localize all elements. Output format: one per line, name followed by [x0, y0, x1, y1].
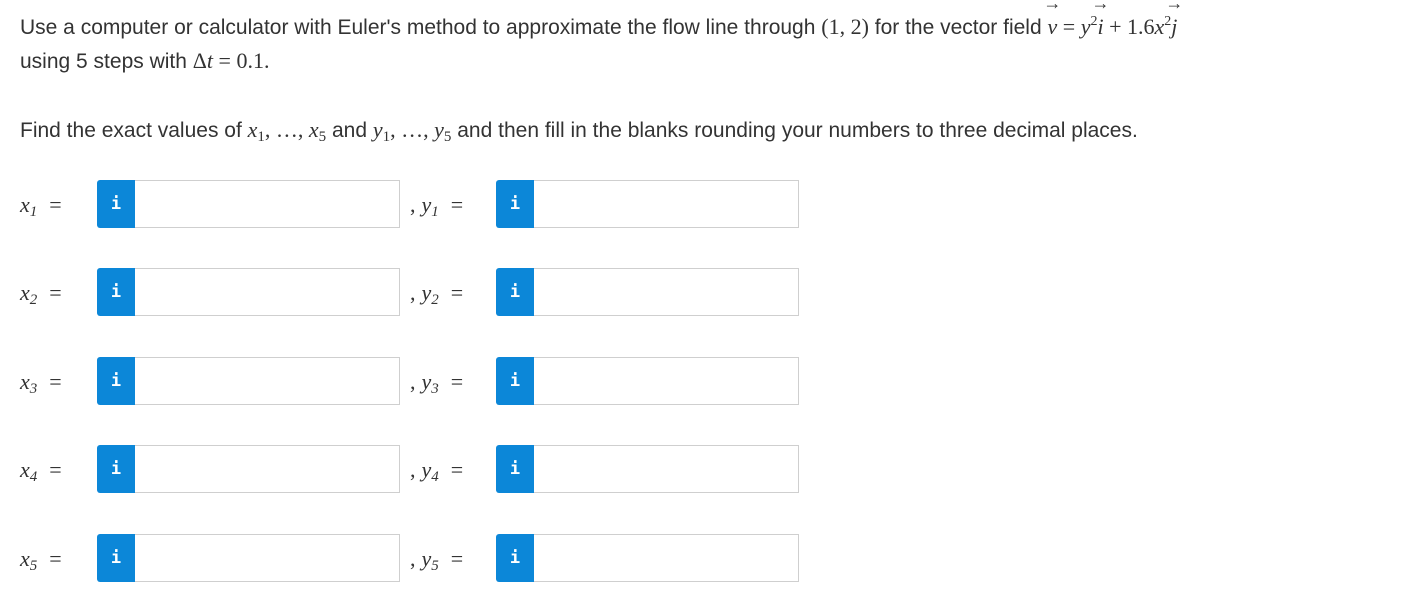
answer-row-1: x1 = i , y1 = i	[0, 180, 820, 230]
answer-row-5: x5 = i , y5 = i	[0, 534, 820, 584]
y3-label: , y3 =	[410, 369, 464, 397]
info-icon[interactable]: i	[97, 445, 135, 493]
problem-text-2: for the vector field	[868, 16, 1048, 39]
problem-text: Use a computer or calculator with Euler'…	[20, 16, 822, 39]
x4-label: x4 =	[20, 457, 62, 485]
start-point: (1, 2)	[821, 14, 869, 39]
instruction-text: Find the exact values of x1, …, x5 and y…	[20, 117, 1138, 145]
answer-row-3: x3 = i , y3 = i	[0, 357, 820, 407]
x1-label: x1 =	[20, 192, 62, 220]
y1-label: , y1 =	[410, 192, 464, 220]
info-icon[interactable]: i	[97, 268, 135, 316]
info-icon[interactable]: i	[496, 534, 534, 582]
x2-input[interactable]	[135, 268, 400, 316]
info-icon[interactable]: i	[97, 357, 135, 405]
answer-row-2: x2 = i , y2 = i	[0, 268, 820, 318]
answer-row-4: x4 = i , y4 = i	[0, 445, 820, 495]
x5-label: x5 =	[20, 546, 62, 574]
y-sequence: y1, …, y5	[372, 117, 452, 145]
x4-input[interactable]	[135, 445, 400, 493]
x3-input[interactable]	[135, 357, 400, 405]
problem-statement: Use a computer or calculator with Euler'…	[20, 10, 1420, 78]
y4-label: , y4 =	[410, 457, 464, 485]
info-icon[interactable]: i	[97, 180, 135, 228]
y5-input[interactable]	[534, 534, 799, 582]
y3-input[interactable]	[534, 357, 799, 405]
info-icon[interactable]: i	[496, 357, 534, 405]
vector-field-formula: v = y2i + 1.6x2j	[1048, 14, 1178, 39]
y1-input[interactable]	[534, 180, 799, 228]
y2-label: , y2 =	[410, 280, 464, 308]
x2-label: x2 =	[20, 280, 62, 308]
x5-input[interactable]	[135, 534, 400, 582]
info-icon[interactable]: i	[97, 534, 135, 582]
y4-input[interactable]	[534, 445, 799, 493]
x-sequence: x1, …, x5	[247, 117, 327, 145]
info-icon[interactable]: i	[496, 268, 534, 316]
step-size: Δt = 0.1.	[192, 48, 270, 73]
problem-text-3: using 5 steps with	[20, 50, 193, 73]
y2-input[interactable]	[534, 268, 799, 316]
info-icon[interactable]: i	[496, 445, 534, 493]
y5-label: , y5 =	[410, 546, 464, 574]
info-icon[interactable]: i	[496, 180, 534, 228]
x3-label: x3 =	[20, 369, 62, 397]
x1-input[interactable]	[135, 180, 400, 228]
